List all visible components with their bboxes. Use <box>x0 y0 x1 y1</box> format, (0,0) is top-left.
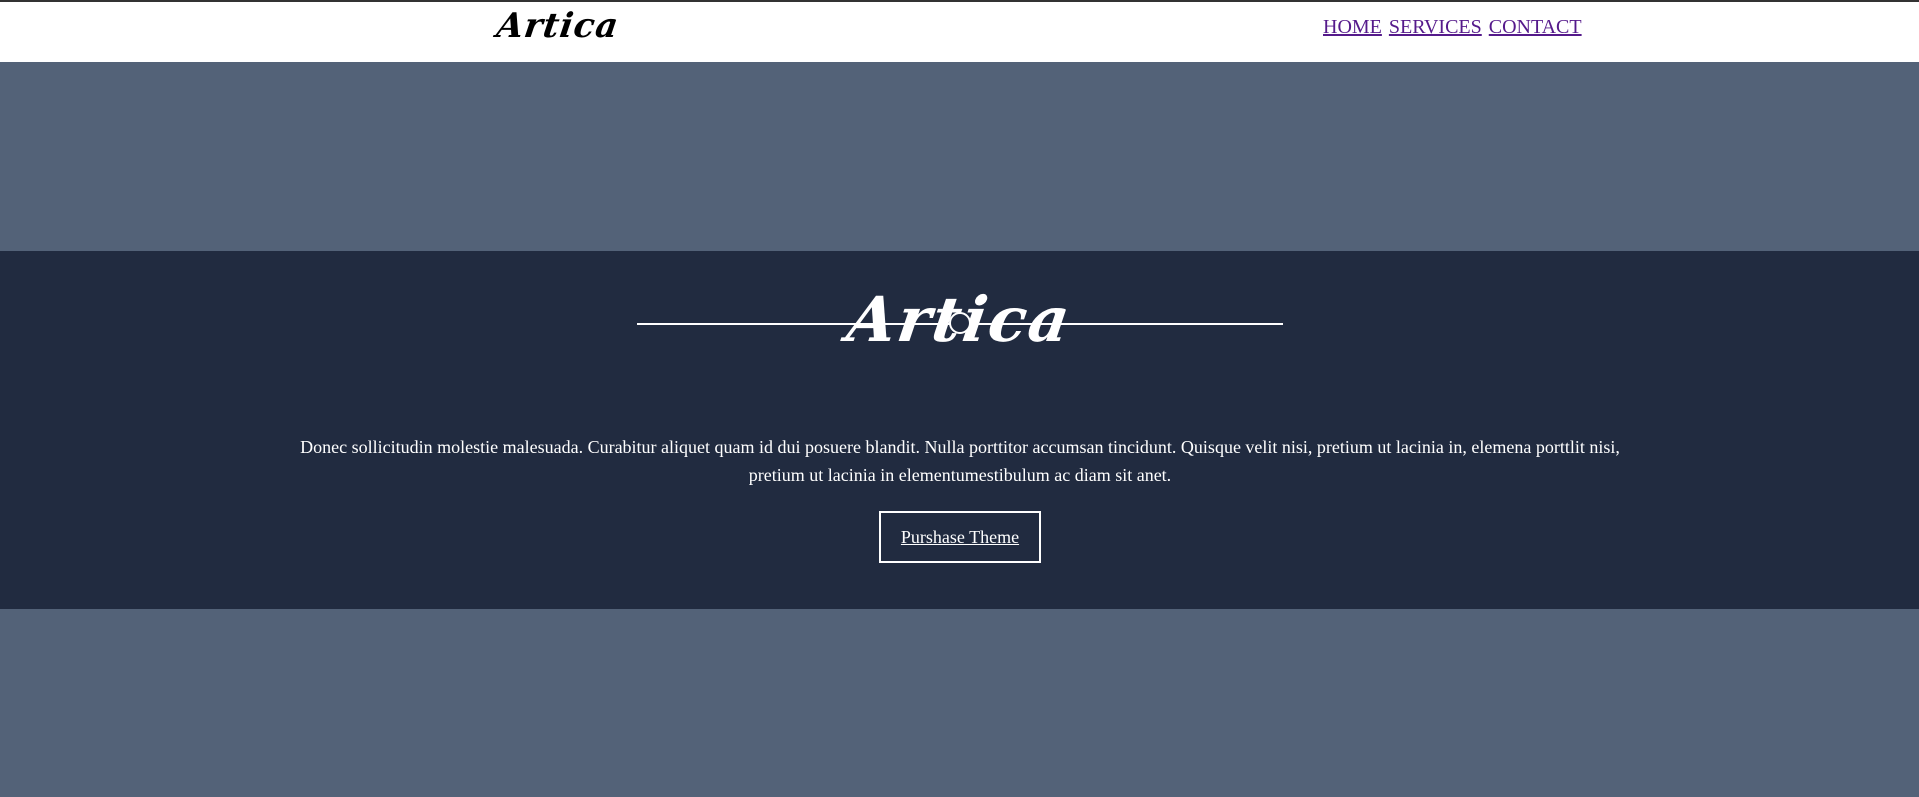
nav-link-services[interactable]: SERVICES <box>1389 16 1482 38</box>
nav-link-home[interactable]: HOME <box>1323 16 1382 38</box>
hero-section: Artica Donec sollicitudin molestie males… <box>0 251 1919 609</box>
top-navigation-bar: Artica HOME SERVICES CONTACT <box>0 0 1919 62</box>
main-nav: HOME SERVICES CONTACT <box>1323 16 1584 39</box>
hero-description: Donec sollicitudin molestie malesuada. C… <box>300 437 1620 485</box>
divider-circle-icon <box>949 312 971 334</box>
title-divider <box>637 312 1283 336</box>
purchase-theme-button[interactable]: Purshase Theme <box>879 511 1041 563</box>
logo[interactable]: Artica <box>494 6 621 46</box>
nav-link-contact[interactable]: CONTACT <box>1489 16 1582 38</box>
